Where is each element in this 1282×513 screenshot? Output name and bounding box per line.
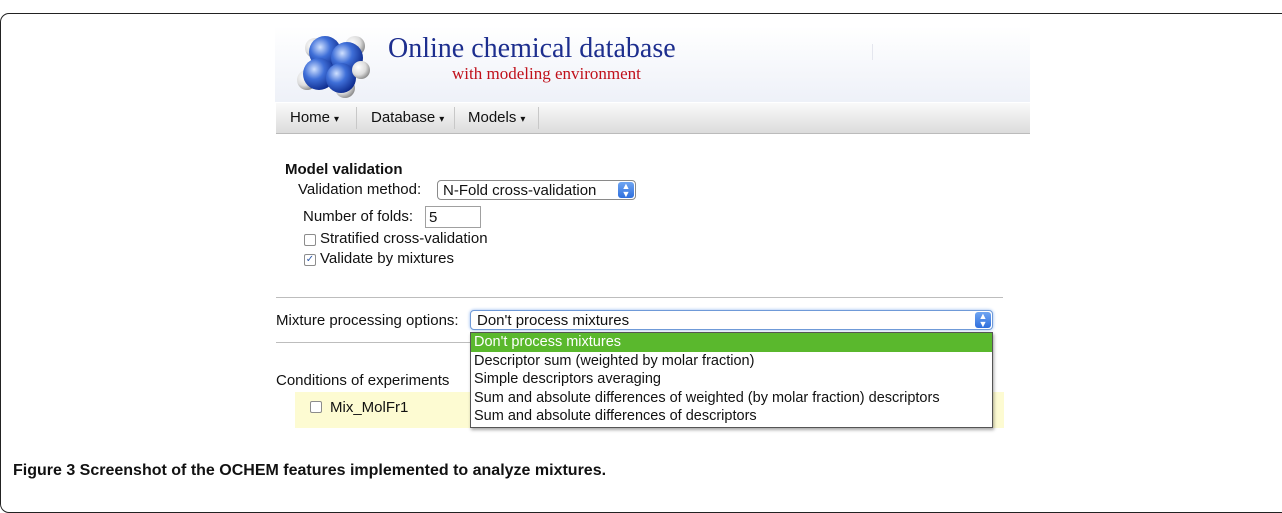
mixture-options-dropdown: Don't process mixtures Descriptor sum (w… [470, 332, 993, 428]
mix-molfr1-checkbox[interactable] [310, 401, 322, 413]
nav-models[interactable]: Models ▾ [454, 103, 538, 133]
conditions-row-bg [993, 392, 1004, 428]
figure-caption: Figure 3 Screenshot of the OCHEM feature… [13, 462, 606, 480]
nav-separator [538, 107, 539, 129]
conditions-label: Conditions of experiments [276, 372, 450, 389]
chevron-down-icon: ▾ [439, 114, 445, 125]
number-of-folds-label: Number of folds: [303, 208, 414, 225]
nav-database[interactable]: Database ▾ [357, 103, 454, 133]
validate-mixtures-label: Validate by mixtures [320, 250, 454, 267]
validation-method-label: Validation method: [298, 181, 422, 198]
chevron-down-icon: ▾ [334, 114, 340, 125]
banner-divider [872, 44, 873, 60]
validation-method-select[interactable]: N-Fold cross-validation ▲ ▼ [437, 180, 636, 200]
figure-caption-text: Screenshot of the OCHEM features impleme… [75, 462, 607, 479]
dropdown-option[interactable]: Descriptor sum (weighted by molar fracti… [471, 352, 992, 371]
figure-number: Figure 3 [13, 462, 76, 479]
validation-method-value: N-Fold cross-validation [443, 182, 597, 199]
chevron-down-icon: ▾ [520, 114, 526, 125]
stratified-label: Stratified cross-validation [320, 230, 488, 247]
molecule-logo-icon [295, 30, 375, 100]
site-subtitle: with modeling environment [452, 64, 641, 83]
mixture-options-select[interactable]: Don't process mixtures ▲ ▼ [470, 310, 993, 330]
mixture-options-label: Mixture processing options: [276, 312, 459, 329]
number-of-folds-input[interactable]: 5 [425, 206, 481, 228]
validate-mixtures-checkbox[interactable]: ✓ [304, 254, 316, 266]
dropdown-option[interactable]: Simple descriptors averaging [471, 370, 992, 389]
stratified-checkbox[interactable] [304, 234, 316, 246]
mix-molfr1-label: Mix_MolFr1 [330, 399, 409, 416]
section-divider [276, 342, 470, 343]
dropdown-option[interactable]: Don't process mixtures [471, 333, 992, 352]
select-arrows-icon: ▲ ▼ [618, 182, 634, 199]
model-validation-heading: Model validation [285, 161, 403, 178]
nav-models-label: Models [468, 109, 517, 126]
nav-home-label: Home [290, 109, 331, 126]
section-divider [276, 297, 1003, 298]
dropdown-option[interactable]: Sum and absolute differences of weighted… [471, 389, 992, 408]
dropdown-option[interactable]: Sum and absolute differences of descript… [471, 407, 992, 426]
nav-database-label: Database [371, 109, 436, 126]
nav-bar: Home ▾ Database ▾ Models ▾ [276, 103, 1030, 134]
site-title: Online chemical database [388, 33, 676, 64]
nav-home[interactable]: Home ▾ [276, 103, 356, 133]
mixture-options-value: Don't process mixtures [477, 312, 630, 329]
select-arrows-icon: ▲ ▼ [975, 312, 991, 329]
